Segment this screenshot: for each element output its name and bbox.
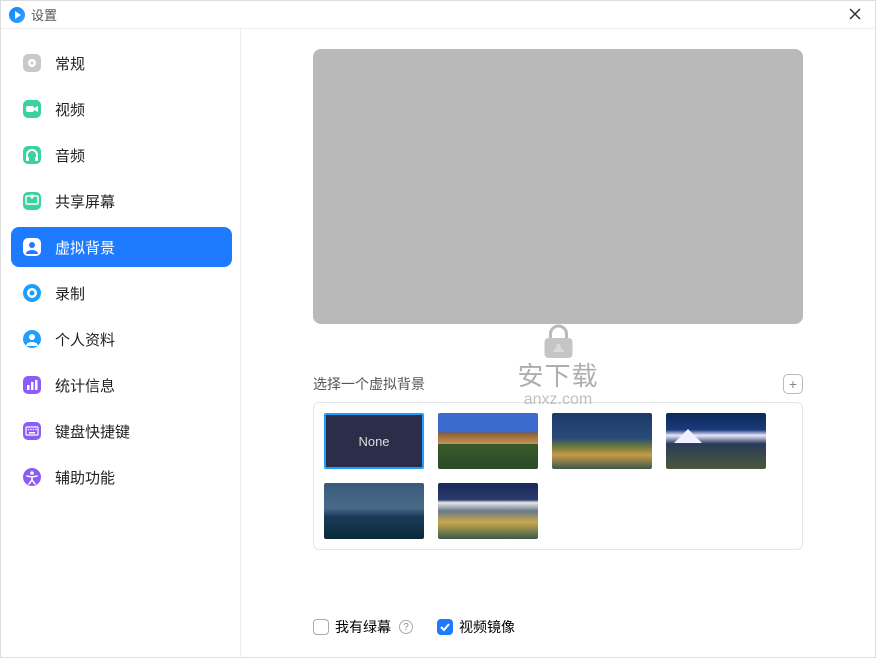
- accessibility-icon: [21, 466, 43, 488]
- sidebar-item-share[interactable]: 共享屏幕: [11, 181, 232, 221]
- record-icon: [21, 282, 43, 304]
- settings-body: 常规视频音频共享屏幕虚拟背景录制个人资料统计信息键盘快捷键辅助功能 安下载 an…: [1, 29, 875, 657]
- lock-icon: [538, 324, 578, 360]
- sidebar-item-video[interactable]: 视频: [11, 89, 232, 129]
- bg-thumb-none[interactable]: None: [324, 413, 424, 469]
- sidebar-item-vbg[interactable]: 虚拟背景: [11, 227, 232, 267]
- sidebar-item-shortcut[interactable]: 键盘快捷键: [11, 411, 232, 451]
- close-button[interactable]: [843, 5, 867, 25]
- checkbox-icon: [437, 619, 453, 635]
- watermark: 安下载 anxz.com: [517, 324, 598, 409]
- sidebar-item-label: 键盘快捷键: [55, 421, 130, 442]
- greenscreen-checkbox[interactable]: 我有绿幕 ?: [313, 617, 413, 637]
- virtual-background-panel: 安下载 anxz.com 选择一个虚拟背景 + None 我有绿幕 ?: [241, 29, 875, 657]
- sidebar-item-a11y[interactable]: 辅助功能: [11, 457, 232, 497]
- profile-icon: [21, 328, 43, 350]
- settings-sidebar: 常规视频音频共享屏幕虚拟背景录制个人资料统计信息键盘快捷键辅助功能: [1, 29, 241, 657]
- sidebar-item-label: 统计信息: [55, 375, 115, 396]
- bg-thumb-5[interactable]: [438, 483, 538, 539]
- none-label: None: [358, 434, 389, 449]
- bg-thumb-2[interactable]: [552, 413, 652, 469]
- sidebar-item-label: 视频: [55, 99, 85, 120]
- sidebar-item-label: 录制: [55, 283, 85, 304]
- checkbox-row: 我有绿幕 ? 视频镜像: [313, 617, 803, 641]
- greenscreen-label: 我有绿幕: [335, 617, 391, 637]
- select-bg-label: 选择一个虚拟背景: [313, 374, 425, 394]
- camera-icon: [21, 98, 43, 120]
- user-bg-icon: [21, 236, 43, 258]
- video-preview: [313, 49, 803, 324]
- stats-icon: [21, 374, 43, 396]
- bg-thumb-3[interactable]: [666, 413, 766, 469]
- sidebar-item-profile[interactable]: 个人资料: [11, 319, 232, 359]
- sidebar-item-label: 常规: [55, 53, 85, 74]
- window-title: 设置: [31, 5, 57, 24]
- sidebar-item-label: 共享屏幕: [55, 191, 115, 212]
- sidebar-item-audio[interactable]: 音频: [11, 135, 232, 175]
- titlebar: 设置: [1, 1, 875, 29]
- headphones-icon: [21, 144, 43, 166]
- help-icon[interactable]: ?: [399, 620, 413, 634]
- background-thumbnails: None: [313, 402, 803, 550]
- sidebar-item-label: 辅助功能: [55, 467, 115, 488]
- titlebar-left: 设置: [9, 5, 57, 24]
- gear-icon: [21, 52, 43, 74]
- sidebar-item-record[interactable]: 录制: [11, 273, 232, 313]
- sidebar-item-general[interactable]: 常规: [11, 43, 232, 83]
- mirror-checkbox[interactable]: 视频镜像: [437, 617, 515, 637]
- mirror-label: 视频镜像: [459, 617, 515, 637]
- app-logo-icon: [9, 7, 25, 23]
- select-bg-row: 选择一个虚拟背景 +: [313, 374, 803, 394]
- sidebar-item-label: 虚拟背景: [55, 237, 115, 258]
- sidebar-item-stats[interactable]: 统计信息: [11, 365, 232, 405]
- add-background-button[interactable]: +: [783, 374, 803, 394]
- sidebar-item-label: 个人资料: [55, 329, 115, 350]
- bg-thumb-1[interactable]: [438, 413, 538, 469]
- checkbox-icon: [313, 619, 329, 635]
- sidebar-item-label: 音频: [55, 145, 85, 166]
- bg-thumb-4[interactable]: [324, 483, 424, 539]
- keyboard-icon: [21, 420, 43, 442]
- share-icon: [21, 190, 43, 212]
